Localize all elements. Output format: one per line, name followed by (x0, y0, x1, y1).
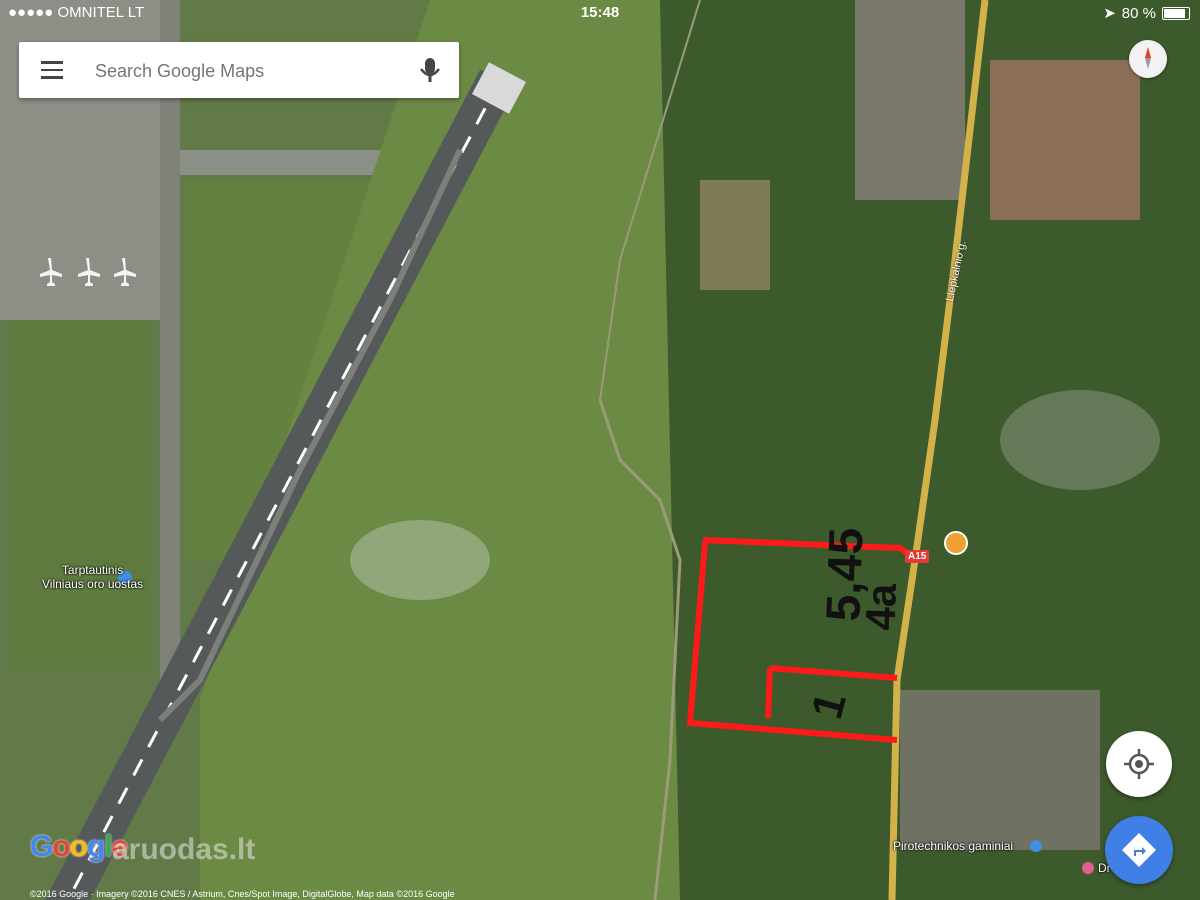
map-copyright: ©2016 Google · Imagery ©2016 CNES / Astr… (30, 889, 455, 899)
farm-field (700, 180, 770, 290)
restaurant-icon[interactable] (944, 531, 968, 555)
route-badge: A15 (905, 550, 930, 563)
airport-label-line1: Tarptautinis (61, 563, 124, 577)
search-bar[interactable] (19, 42, 459, 98)
microphone-icon[interactable] (417, 56, 443, 86)
industrial-area (900, 690, 1100, 850)
poi-fireworks-label[interactable]: Pirotechnikos gaminiai (893, 839, 1013, 853)
directions-icon (1122, 833, 1156, 867)
location-arrow-icon: ➤ (1103, 5, 1116, 22)
industrial-area (855, 0, 965, 200)
directions-button[interactable] (1105, 816, 1173, 884)
airport-label[interactable]: Tarptautinis Vilniaus oro uostas (42, 563, 143, 591)
residential-area (990, 60, 1140, 220)
grass-field (10, 320, 150, 670)
poi-pin-icon[interactable] (1082, 862, 1094, 874)
handwritten-area-unit: 4a (856, 582, 905, 631)
satellite-map[interactable]: 5,45 4a 1 (0, 0, 1200, 900)
menu-icon[interactable] (41, 61, 63, 79)
fireworks-icon[interactable] (1030, 840, 1042, 852)
airport-label-line2: Vilniaus oro uostas (42, 577, 144, 591)
my-location-icon (1124, 749, 1154, 779)
watermark: aruodas.lt (112, 833, 256, 866)
search-input[interactable] (93, 56, 407, 86)
battery-icon (1162, 6, 1190, 20)
status-bar: ●●●●● OMNITEL LT 15:48 ➤ 80 % (0, 0, 1200, 24)
compass-icon[interactable] (1129, 40, 1167, 78)
status-right: ➤ 80 % (1103, 4, 1190, 22)
clock: 15:48 (580, 4, 620, 21)
battery-percent: 80 % (1121, 4, 1156, 22)
my-location-button[interactable] (1106, 731, 1172, 797)
